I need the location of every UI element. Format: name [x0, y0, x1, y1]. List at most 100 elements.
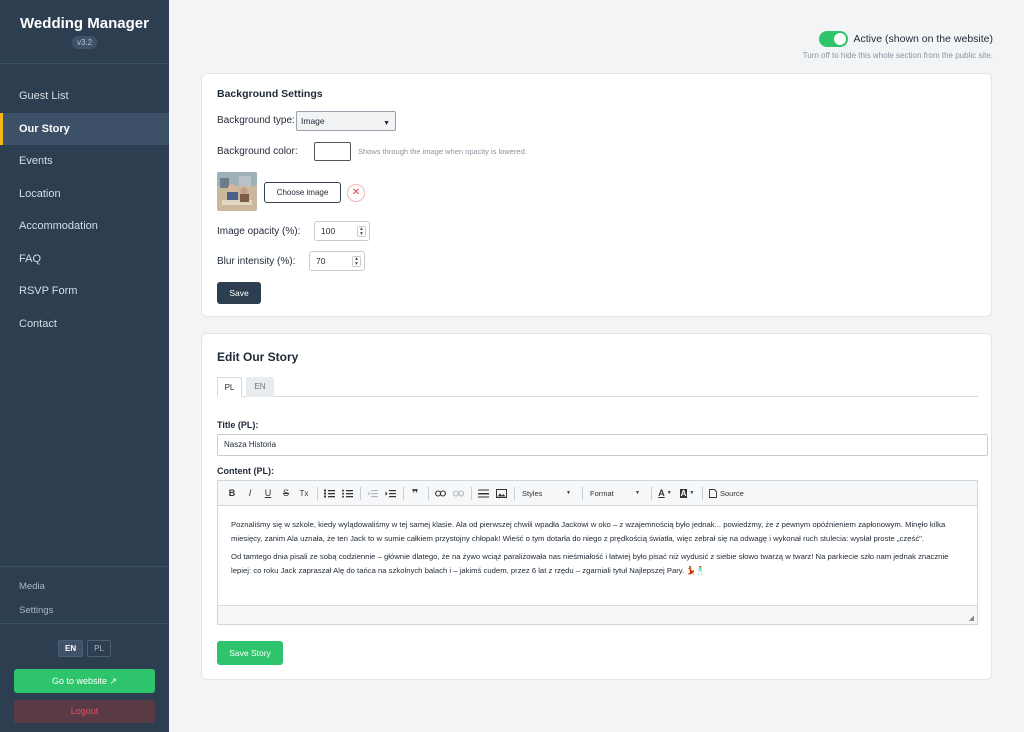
background-settings-title: Background Settings: [217, 88, 323, 100]
save-background-button[interactable]: Save: [217, 282, 261, 304]
main-content: Active (shown on the website) Turn off t…: [169, 0, 1024, 732]
chevron-down-icon: ▼: [383, 120, 390, 127]
sidebar: Wedding Manager v3.2 Guest List Our Stor…: [0, 0, 169, 732]
sidebar-item-faq[interactable]: FAQ: [0, 243, 169, 276]
chevron-down-icon: ▼: [566, 490, 571, 496]
toolbar-separator: [702, 486, 703, 500]
edit-story-title: Edit Our Story: [217, 350, 299, 364]
tab-en[interactable]: EN: [246, 377, 274, 397]
choose-image-button[interactable]: Choose image: [264, 182, 341, 203]
toolbar-separator: [514, 486, 515, 500]
background-color-label: Background color:: [217, 146, 298, 157]
sidebar-item-accommodation[interactable]: Accommodation: [0, 210, 169, 243]
story-paragraph-2: Od tamtego dnia pisali ze sobą codzienni…: [231, 552, 949, 575]
link-icon[interactable]: [432, 485, 448, 501]
remove-image-button[interactable]: ✕: [347, 184, 365, 202]
background-image-thumbnail: [217, 172, 257, 211]
horizontal-rule-icon[interactable]: [475, 485, 491, 501]
background-type-label: Background type:: [217, 115, 295, 126]
active-label: Active (shown on the website): [853, 33, 993, 45]
background-type-value: Image: [301, 116, 325, 126]
image-opacity-input[interactable]: 100 ▲ ▼: [314, 221, 370, 241]
sidebar-item-settings[interactable]: Settings: [0, 599, 169, 623]
background-type-select[interactable]: Image ▼: [296, 111, 396, 131]
content-field-label: Content (PL):: [217, 466, 274, 476]
go-to-website-button[interactable]: Go to website ↗: [14, 669, 155, 693]
sidebar-item-events[interactable]: Events: [0, 145, 169, 178]
image-opacity-value: 100: [321, 226, 336, 236]
active-toggle-row: Active (shown on the website): [818, 31, 993, 47]
source-icon: [709, 488, 717, 498]
editor-content[interactable]: Poznaliśmy się w szkole, kiedy wylądowal…: [218, 506, 977, 605]
photo-icon: [217, 172, 257, 211]
bulleted-list-icon[interactable]: [339, 485, 355, 501]
active-hint: Turn off to hide this whole section from…: [802, 51, 993, 60]
active-toggle-switch[interactable]: [818, 31, 848, 47]
editor-toolbar: B I U S Tx ❞ Styles ▼ Format ▼ A ▼ A ▼ S…: [218, 481, 977, 506]
tab-pl[interactable]: PL: [217, 377, 242, 397]
save-story-button[interactable]: Save Story: [217, 641, 283, 665]
background-settings-card: Background Settings Background type: Ima…: [201, 73, 992, 317]
lang-pl-button[interactable]: PL: [87, 640, 111, 657]
text-color-icon[interactable]: A ▼: [655, 485, 675, 501]
image-opacity-label: Image opacity (%):: [217, 226, 301, 237]
chevron-down-icon: ▼: [635, 490, 640, 496]
brand: Wedding Manager v3.2: [0, 0, 169, 64]
toolbar-separator: [360, 486, 361, 500]
toolbar-separator: [317, 486, 318, 500]
numbered-list-icon[interactable]: [321, 485, 337, 501]
editor-status-bar: ◢: [218, 605, 977, 624]
resize-handle-icon[interactable]: ◢: [969, 614, 974, 622]
sidebar-nav: Guest List Our Story Events Location Acc…: [0, 80, 169, 340]
blur-intensity-label: Blur intensity (%):: [217, 256, 296, 267]
title-field-label: Title (PL):: [217, 420, 259, 430]
version-badge: v3.2: [71, 36, 98, 49]
sidebar-item-rsvp-form[interactable]: RSVP Form: [0, 275, 169, 308]
background-color-icon[interactable]: A ▼: [677, 485, 697, 501]
edit-story-card: Edit Our Story PL EN Title (PL): Nasza H…: [201, 333, 992, 680]
language-switch: EN PL: [0, 640, 169, 657]
title-input[interactable]: Nasza Historia: [217, 434, 988, 456]
story-paragraph-1: Poznaliśmy się w szkole, kiedy wylądowal…: [231, 520, 946, 543]
blockquote-icon[interactable]: ❞: [407, 485, 423, 501]
toolbar-separator: [428, 486, 429, 500]
unlink-icon[interactable]: [450, 485, 466, 501]
language-tabs: PL EN: [217, 377, 978, 397]
sidebar-item-guest-list[interactable]: Guest List: [0, 80, 169, 113]
toolbar-separator: [403, 486, 404, 500]
styles-dropdown[interactable]: Styles ▼: [518, 485, 575, 501]
italic-button[interactable]: I: [242, 485, 258, 501]
strikethrough-button[interactable]: S: [278, 485, 294, 501]
clear-format-button[interactable]: Tx: [296, 485, 312, 501]
bold-button[interactable]: B: [224, 485, 240, 501]
styles-label: Styles: [522, 488, 543, 498]
indent-icon[interactable]: [382, 485, 398, 501]
toolbar-separator: [471, 486, 472, 500]
sidebar-sub-nav: Media Settings: [0, 566, 169, 623]
underline-button[interactable]: U: [260, 485, 276, 501]
spinner-icon[interactable]: ▲ ▼: [357, 226, 366, 237]
source-label: Source: [720, 488, 744, 498]
sidebar-item-our-story[interactable]: Our Story: [0, 112, 169, 145]
sidebar-item-contact[interactable]: Contact: [0, 308, 169, 341]
toolbar-separator: [651, 486, 652, 500]
blur-intensity-input[interactable]: 70 ▲ ▼: [309, 251, 365, 271]
background-color-hint: Shows through the image when opacity is …: [358, 147, 527, 156]
image-icon[interactable]: [493, 485, 509, 501]
format-dropdown[interactable]: Format ▼: [586, 485, 644, 501]
format-label: Format: [590, 488, 614, 498]
blur-intensity-value: 70: [316, 256, 326, 266]
rich-text-editor: B I U S Tx ❞ Styles ▼ Format ▼ A ▼ A ▼ S…: [217, 480, 978, 625]
logout-button[interactable]: Logout: [14, 700, 155, 723]
background-color-picker[interactable]: [314, 142, 351, 161]
brand-title: Wedding Manager: [20, 15, 149, 32]
sidebar-footer: EN PL Go to website ↗ Logout: [0, 623, 169, 723]
source-button[interactable]: Source: [706, 485, 747, 501]
toolbar-separator: [582, 486, 583, 500]
close-icon: ✕: [351, 187, 361, 198]
sidebar-item-media[interactable]: Media: [0, 575, 169, 599]
sidebar-item-location[interactable]: Location: [0, 178, 169, 211]
lang-en-button[interactable]: EN: [58, 640, 84, 657]
outdent-icon[interactable]: [364, 485, 380, 501]
spinner-icon[interactable]: ▲ ▼: [352, 256, 361, 267]
